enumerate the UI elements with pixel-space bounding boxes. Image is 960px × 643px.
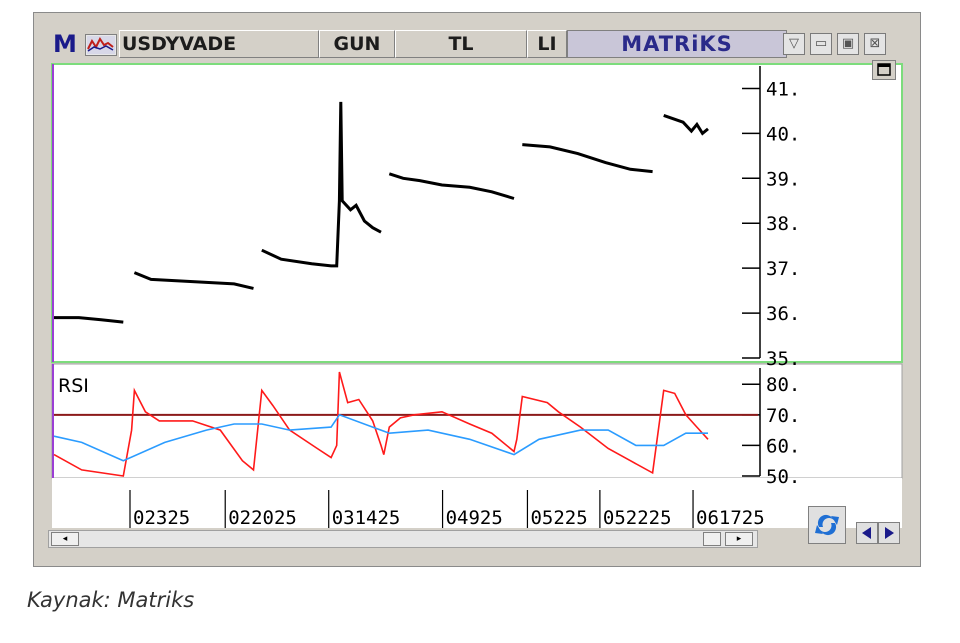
scroll-left-icon[interactable]: ◂ — [51, 532, 79, 546]
price-y-tick-label: 36. — [766, 303, 800, 325]
price-y-tick-label: 38. — [766, 213, 800, 235]
scroll-thumb[interactable] — [703, 532, 721, 546]
x-tick-label: 04925 — [446, 507, 503, 529]
panel-maximize-icon[interactable] — [872, 60, 896, 80]
rsi-y-tick-label: 60. — [766, 435, 800, 457]
price-y-tick-label: 39. — [766, 168, 800, 190]
refresh-icon[interactable] — [808, 506, 846, 544]
rsi-y-tick-label: 80. — [766, 374, 800, 396]
price-y-tick-label: 40. — [766, 123, 800, 145]
x-tick-label: 061725 — [696, 507, 765, 529]
source-caption: Kaynak: Matriks — [27, 588, 195, 612]
price-y-tick-label: 35. — [766, 348, 800, 370]
rsi-y-tick-label: 70. — [766, 405, 800, 427]
horizontal-scrollbar[interactable]: ◂ ▸ — [48, 530, 758, 548]
x-tick-label: 05225 — [530, 507, 587, 529]
scroll-right-icon[interactable]: ▸ — [725, 532, 753, 546]
x-tick-label: 031425 — [332, 507, 401, 529]
price-y-tick-label: 37. — [766, 258, 800, 280]
x-tick-label: 052225 — [603, 507, 672, 529]
x-tick-label: 022025 — [228, 507, 297, 529]
price-y-tick-label: 41. — [766, 78, 800, 100]
left-arrow-icon[interactable] — [856, 522, 878, 544]
rsi-title: RSI — [58, 375, 89, 397]
x-tick-label: 02325 — [133, 507, 190, 529]
rsi-y-tick-label: 50. — [766, 466, 800, 488]
right-arrow-icon[interactable] — [878, 522, 900, 544]
